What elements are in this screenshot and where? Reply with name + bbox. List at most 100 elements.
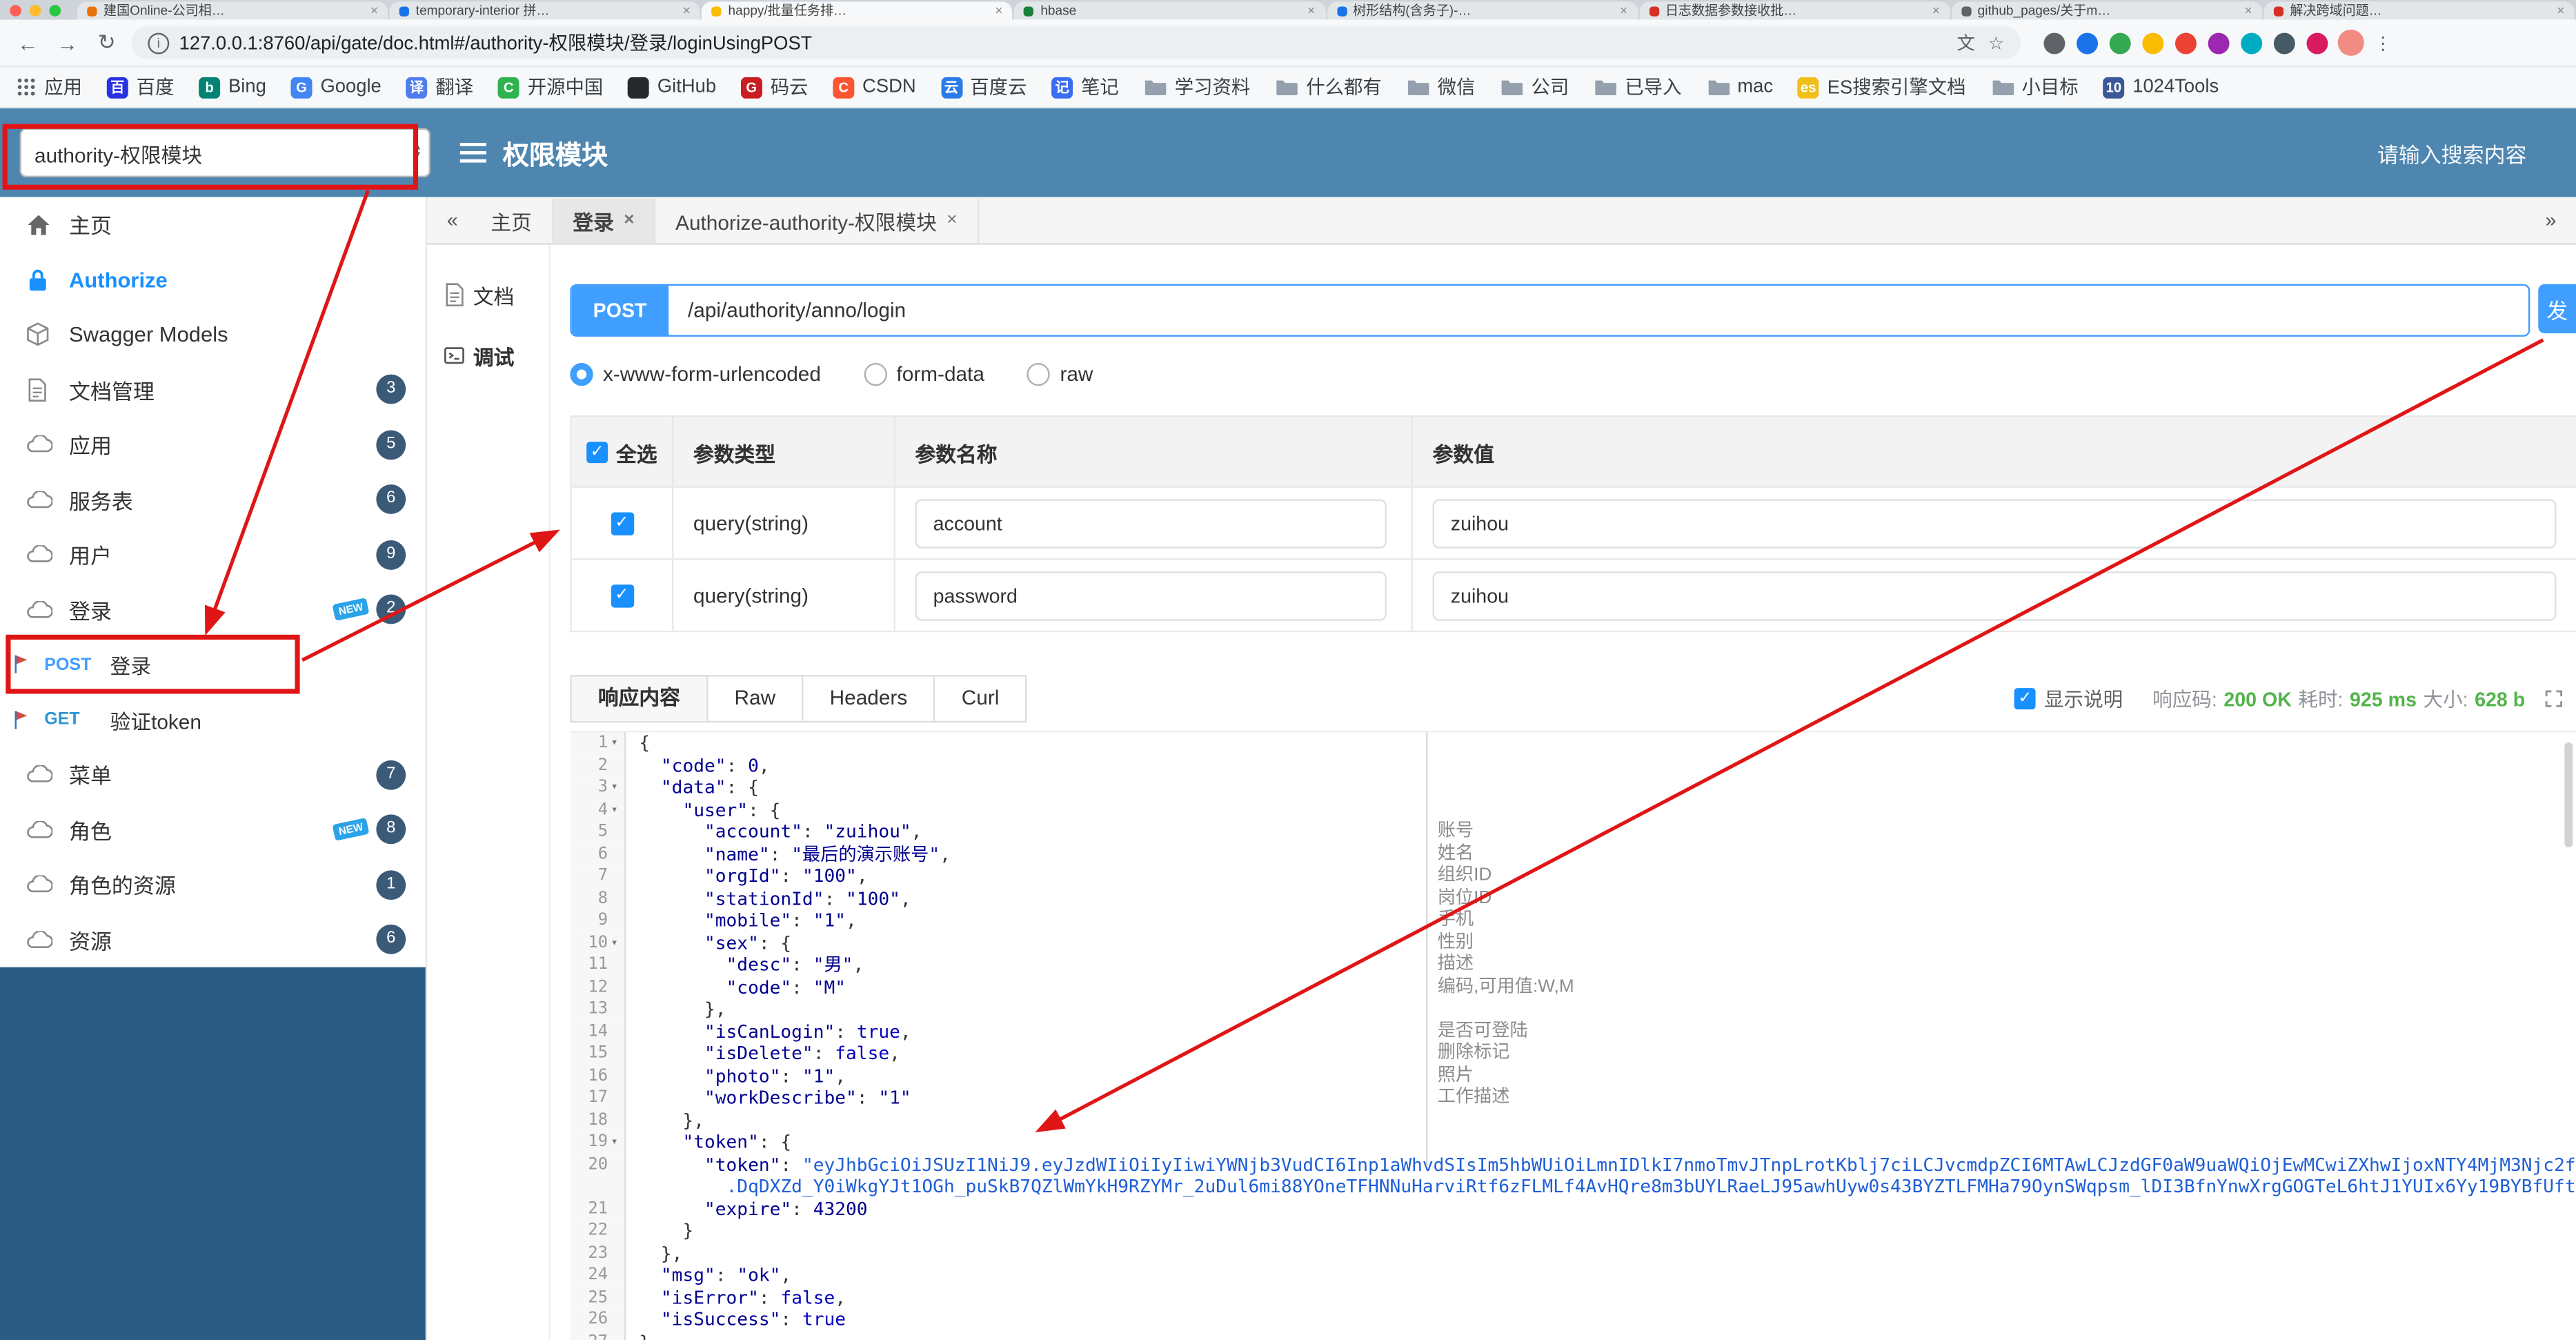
browser-tab[interactable]: temporary-interior 拼… × [389, 1, 701, 20]
doc-tab[interactable]: 登录 × [553, 197, 656, 243]
body-type-radio[interactable]: form-data [863, 362, 984, 386]
tab-close-icon[interactable]: × [1925, 3, 1940, 18]
forward-button[interactable]: → [52, 30, 82, 55]
send-button[interactable]: 发 [2538, 284, 2576, 334]
fullscreen-icon[interactable] [2545, 690, 2563, 708]
sidebar-item-authorize[interactable]: Authorize [0, 252, 426, 307]
address-bar[interactable]: i 127.0.0.1:8760/api/gate/doc.html#/auth… [131, 26, 2021, 59]
browser-tab[interactable]: hbase × [1014, 1, 1325, 20]
response-tab[interactable]: Raw [708, 676, 804, 721]
bookmark-folder[interactable]: 学习资料 [1143, 74, 1250, 100]
sidebar-item-app[interactable]: 应用 5 [0, 417, 426, 472]
close-window-icon[interactable] [10, 3, 21, 16]
sidebar-item-login[interactable]: 登录 NEW 2 [0, 582, 426, 638]
profile-avatar[interactable] [2337, 29, 2364, 56]
sidebar-item-verify-token-get[interactable]: GET 验证token [0, 692, 426, 747]
bookmark-item[interactable]: 10 1024Tools [2103, 76, 2219, 98]
body-type-radio[interactable]: x-www-form-urlencoded [570, 362, 821, 386]
tab-close-icon[interactable]: × [2550, 3, 2564, 18]
select-all-checkbox[interactable]: ✓ [586, 441, 608, 462]
mini-nav-doc[interactable]: 文档 [427, 264, 548, 325]
search-input[interactable]: 请输入搜索内容 [2377, 137, 2527, 168]
extension-icon[interactable] [2208, 32, 2230, 54]
editor-scrollbar[interactable] [2564, 742, 2573, 848]
url-text[interactable]: 127.0.0.1:8760/api/gate/doc.html#/author… [179, 30, 813, 56]
body-type-radio[interactable]: raw [1027, 362, 1093, 386]
extension-icon[interactable] [2306, 32, 2328, 54]
bookmark-item[interactable]: C 开源中国 [497, 74, 603, 100]
sidebar-item-login-post[interactable]: POST 登录 [0, 637, 426, 692]
extension-icon[interactable] [2043, 32, 2065, 54]
bookmark-folder[interactable]: mac [1706, 77, 1773, 97]
fold-caret-icon[interactable]: ▾ [608, 777, 621, 799]
doc-tab[interactable]: 主页 [471, 197, 553, 243]
sidebar-item-docs-manage[interactable]: 文档管理 3 [0, 362, 426, 417]
bookmark-item[interactable]: 记笔记 [1051, 74, 1119, 100]
row-checkbox-checked[interactable]: ✓ [610, 584, 634, 607]
browser-menu-icon[interactable]: ⋮ [2374, 32, 2392, 54]
response-json-editor[interactable]: 1 ▾{2 "code": 0, 3 ▾ "data": {4 ▾ "user": {5… [570, 731, 2576, 1340]
response-tab[interactable]: Curl [935, 677, 1026, 721]
window-controls[interactable] [10, 0, 61, 20]
bookmark-item[interactable]: GitHub [627, 76, 716, 98]
tab-close-icon[interactable]: × [676, 3, 691, 18]
hamburger-menu-icon[interactable] [459, 143, 486, 163]
bookmark-folder[interactable]: 什么都有 [1275, 74, 1382, 100]
browser-tab[interactable]: happy/批量任务排… × [702, 1, 1013, 20]
browser-tab[interactable]: 建国Online-公司相… × [77, 1, 388, 20]
browser-tab[interactable]: 解决跨域问题… × [2263, 1, 2575, 20]
tab-close-icon[interactable]: × [2238, 3, 2252, 18]
show-desc-checkbox[interactable]: ✓ [2014, 688, 2037, 710]
param-name-input[interactable]: password [915, 571, 1387, 620]
sidebar-item-user[interactable]: 用户 9 [0, 527, 426, 582]
bookmark-item[interactable]: es ES搜索引擎文档 [1797, 74, 1966, 100]
bookmark-item[interactable]: 应用 [17, 74, 82, 100]
response-tab[interactable]: 响应内容 [571, 676, 709, 721]
bookmark-item[interactable]: C CSDN [833, 76, 916, 98]
tabs-scroll-right-icon[interactable]: » [2546, 208, 2557, 231]
maximize-window-icon[interactable] [49, 3, 61, 16]
close-icon[interactable]: × [624, 210, 634, 230]
tabs-scroll-left-icon[interactable]: « [447, 208, 458, 231]
minimize-window-icon[interactable] [29, 3, 41, 16]
bookmark-folder[interactable]: 微信 [1407, 74, 1476, 100]
tab-close-icon[interactable]: × [1613, 3, 1627, 18]
fold-caret-icon[interactable]: ▾ [608, 799, 621, 821]
browser-tab[interactable]: 树形结构(含务子)-… × [1326, 1, 1638, 20]
param-value-input[interactable]: zuihou [1432, 571, 2557, 620]
sidebar-item-role-resource[interactable]: 角色的资源 1 [0, 857, 426, 912]
sidebar-item-menu[interactable]: 菜单 7 [0, 747, 426, 802]
sidebar-item-role[interactable]: 角色 NEW 8 [0, 802, 426, 858]
site-info-icon[interactable]: i [148, 32, 170, 54]
param-value-input[interactable]: zuihou [1432, 498, 2557, 548]
sidebar-item-service-table[interactable]: 服务表 6 [0, 472, 426, 527]
bookmark-folder[interactable]: 已导入 [1594, 74, 1681, 100]
translate-icon[interactable]: 文 [1957, 30, 1975, 56]
fold-caret-icon[interactable]: ▾ [608, 1132, 621, 1154]
reload-button[interactable]: ↻ [92, 30, 121, 56]
tab-close-icon[interactable]: × [1301, 3, 1315, 18]
bookmark-folder[interactable]: 小目标 [1990, 74, 2079, 100]
bookmark-item[interactable]: b Bing [199, 76, 266, 98]
bookmark-item[interactable]: G 码云 [740, 74, 808, 100]
select-spinner-icon[interactable]: ▲ ▼ [413, 143, 422, 161]
bookmark-item[interactable]: 译翻译 [406, 74, 473, 100]
row-checkbox-checked[interactable]: ✓ [610, 511, 634, 535]
extension-icon[interactable] [2077, 32, 2099, 54]
close-icon[interactable]: × [947, 210, 957, 230]
extension-icon[interactable] [2241, 32, 2263, 54]
mini-nav-debug[interactable]: 调试 [427, 325, 548, 386]
fold-caret-icon[interactable]: ▾ [608, 732, 621, 754]
fold-caret-icon[interactable]: ▾ [608, 932, 621, 954]
extension-icon[interactable] [2174, 32, 2197, 54]
response-tab[interactable]: Headers [804, 676, 935, 721]
param-name-input[interactable]: account [915, 498, 1387, 548]
browser-tab[interactable]: github_pages/关于m… × [1951, 1, 2262, 20]
sidebar-item-swagger-models[interactable]: Swagger Models [0, 307, 426, 362]
bookmark-item[interactable]: G Google [290, 76, 382, 98]
extension-icon[interactable] [2273, 32, 2295, 54]
module-select[interactable]: authority-权限模块 ▲ ▼ [19, 128, 430, 178]
sidebar-item-resource[interactable]: 资源 6 [0, 912, 426, 967]
tab-close-icon[interactable]: × [364, 3, 378, 18]
bookmark-item[interactable]: 百百度 [106, 74, 174, 100]
